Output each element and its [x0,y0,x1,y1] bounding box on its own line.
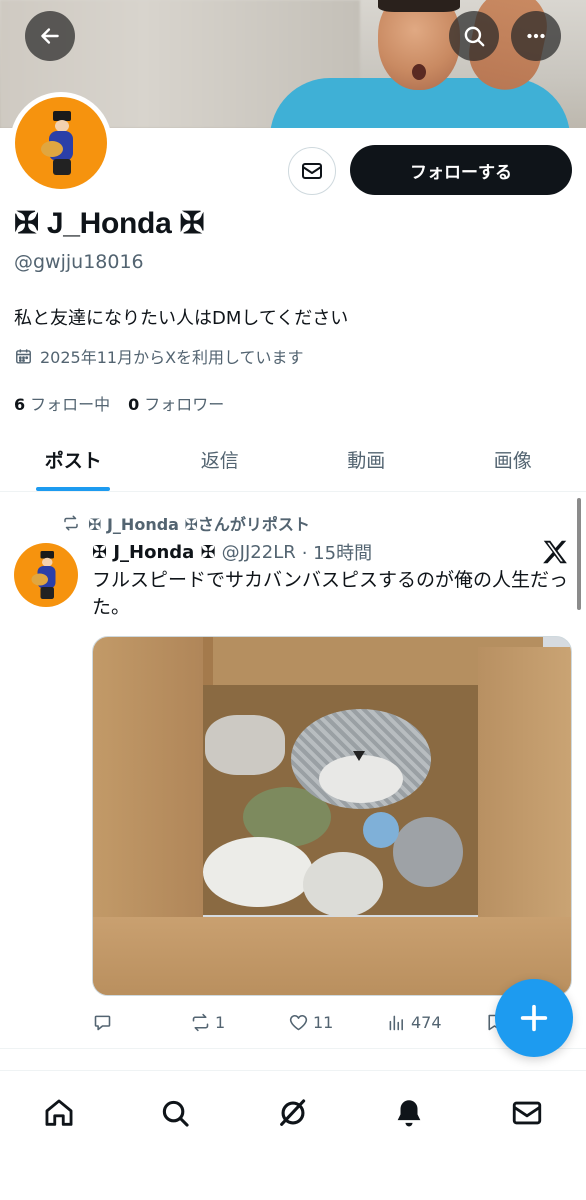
nav-search[interactable] [153,1091,197,1135]
like-count: 11 [313,1012,334,1032]
post-item[interactable]: ✠ J_Honda ✠さんがリポスト ✠ J_Honda ✠ @JJ22LR ·… [0,493,586,1049]
home-icon [45,1099,73,1126]
repost-button[interactable]: 1 [190,1012,288,1033]
heart-icon [289,1014,308,1030]
post-author-name[interactable]: ✠ J_Honda ✠ [92,542,216,563]
joined-text: 2025年11月からXを利用しています [40,348,304,367]
post-author-avatar[interactable] [14,543,78,607]
avatar-figure [41,111,75,175]
search-button[interactable] [449,11,499,61]
banner-person-mouth [412,64,426,80]
tab-posts[interactable]: ポスト [0,428,147,491]
nav-messages[interactable] [505,1091,549,1135]
more-button[interactable] [511,11,561,61]
compose-post-button[interactable] [495,979,573,1057]
tab-posts-label: ポスト [44,450,102,472]
display-name: ✠ J_Honda ✠ [14,207,205,240]
tab-videos-label: 動画 [347,450,386,472]
follow-button[interactable]: フォローする [350,145,572,195]
scrollbar[interactable] [577,498,581,610]
nav-home[interactable] [37,1091,81,1135]
calendar-icon [16,348,31,364]
repost-count: 1 [215,1012,226,1032]
post-time: · 15時間 [301,543,373,564]
repost-icon [192,1013,209,1031]
back-button[interactable] [25,11,75,61]
arrow-left-icon [41,28,59,44]
analytics-icon [389,1015,403,1030]
plus-icon [520,1004,548,1032]
x-logo-icon [543,540,567,564]
like-button[interactable]: 11 [288,1012,386,1033]
tab-replies[interactable]: 返信 [147,428,294,491]
joined-date: 2025年11月からXを利用しています [14,344,304,368]
post-image[interactable] [92,636,572,996]
following-count: 6 [14,395,26,414]
followers-link[interactable]: 0 フォロワー [128,391,224,415]
more-horizontal-icon [527,33,545,39]
followers-count: 0 [128,395,140,414]
profile-tabs: ポスト 返信 動画 画像 [0,428,586,492]
repost-text: ✠ J_Honda ✠さんがリポスト [88,515,310,534]
notifications-icon [397,1100,421,1127]
nav-grok[interactable] [271,1091,315,1135]
repost-icon [64,515,78,531]
post-actions: 1 11 474 [92,1008,562,1036]
repost-indicator: ✠ J_Honda ✠さんがリポスト [62,511,310,535]
followers-label: フォロワー [144,395,225,414]
dm-button[interactable] [288,147,336,195]
active-tab-indicator [36,487,111,491]
follow-stats: 6 フォロー中 0 フォロワー [14,391,224,415]
views-count: 474 [411,1012,442,1032]
views-button[interactable]: 474 [386,1012,484,1033]
nav-notifications[interactable] [387,1091,431,1135]
avatar-figure [31,551,57,599]
reply-button[interactable] [92,1012,190,1033]
post-header: ✠ J_Honda ✠ @JJ22LR · 15時間 [92,539,372,565]
grok-icon [280,1099,306,1126]
tab-replies-label: 返信 [200,450,239,472]
search-icon [162,1100,189,1127]
profile-bio: 私と友達になりたい人はDMしてください [14,308,349,329]
messages-icon [512,1101,542,1125]
search-icon [464,26,485,47]
user-handle: @gwjju18016 [14,251,144,273]
bottom-navigation [0,1070,586,1200]
reply-icon [94,1015,111,1030]
following-label: フォロー中 [30,395,111,414]
banner-person-hair [378,0,460,12]
profile-avatar[interactable] [10,92,112,194]
post-text: フルスピードでサカバンバスピスするのが俺の人生だった。 [92,569,568,618]
tab-videos[interactable]: 動画 [293,428,440,491]
following-link[interactable]: 6 フォロー中 [14,391,110,415]
avatar-image [15,97,107,189]
plush-shark [291,709,431,809]
tab-images-label: 画像 [493,450,532,472]
tab-images[interactable]: 画像 [440,428,586,491]
envelope-icon [302,163,322,179]
post-author-handle[interactable]: @JJ22LR [222,542,296,563]
